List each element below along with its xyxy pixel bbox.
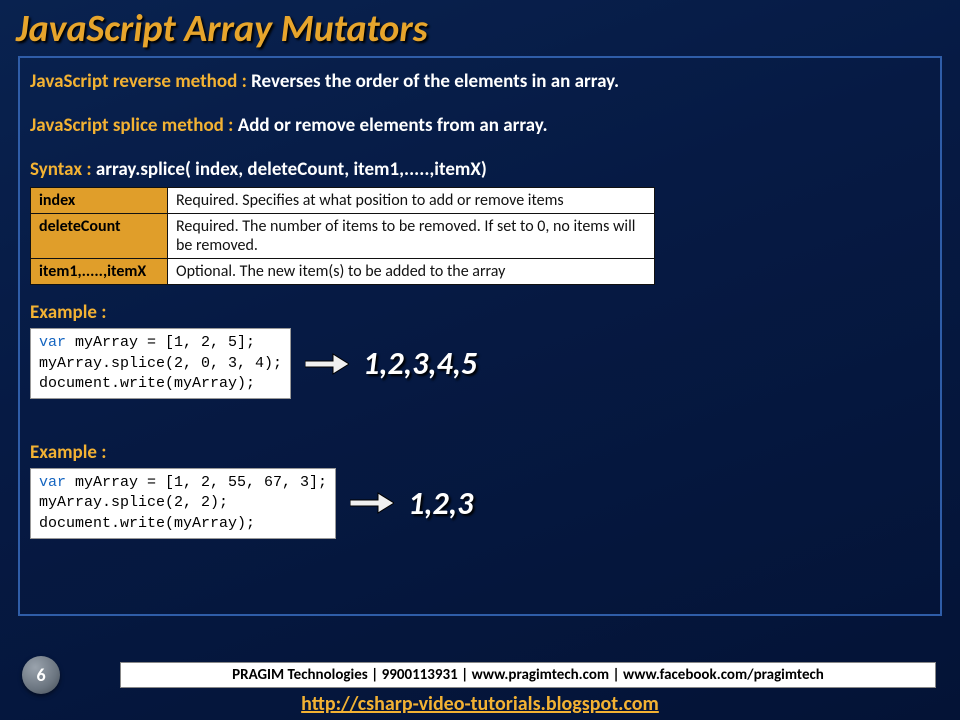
example2-code: var myArray = [1, 2, 55, 67, 3]; myArray… [30,468,336,539]
example1-code-rest: myArray = [1, 2, 5]; myArray.splice(2, 0… [39,334,282,392]
footer-link[interactable]: http://csharp-video-tutorials.blogspot.c… [301,692,659,716]
param-desc: Required. Specifies at what position to … [168,188,655,214]
content-box: JavaScript reverse method : Reverses the… [18,56,942,616]
arrow-right-icon [305,351,349,377]
table-row: deleteCount Required. The number of item… [31,214,655,259]
syntax-code: array.splice( index, deleteCount, item1,… [96,158,487,181]
page-number: 6 [36,664,45,686]
table-row: index Required. Specifies at what positi… [31,188,655,214]
page-number-badge: 6 [22,656,60,694]
splice-label: JavaScript splice method : [30,114,238,137]
syntax-line: Syntax : array.splice( index, deleteCoun… [30,158,930,182]
example2-heading: Example : [30,441,930,464]
param-desc: Required. The number of items to be remo… [168,214,655,259]
example2-output: 1,2,3 [408,484,473,523]
example1-output: 1,2,3,4,5 [363,344,477,383]
param-name: index [31,188,168,214]
table-row: item1,.....,itemX Optional. The new item… [31,259,655,285]
slide-title: JavaScript Array Mutators [0,0,960,56]
footer-bar: PRAGIM Technologies | 9900113931 | www.p… [120,662,936,688]
syntax-label: Syntax : [30,158,96,181]
var-keyword: var [39,474,66,491]
var-keyword: var [39,334,66,351]
param-name: deleteCount [31,214,168,259]
footer-text: PRAGIM Technologies | 9900113931 | www.p… [232,666,824,684]
arrow-right-icon [350,490,394,516]
param-desc: Optional. The new item(s) to be added to… [168,259,655,285]
example1-code: var myArray = [1, 2, 5]; myArray.splice(… [30,328,291,399]
example1-heading: Example : [30,301,930,324]
param-name: item1,.....,itemX [31,259,168,285]
reverse-line: JavaScript reverse method : Reverses the… [30,70,930,94]
footer-link-row: http://csharp-video-tutorials.blogspot.c… [0,692,960,716]
splice-line: JavaScript splice method : Add or remove… [30,114,930,138]
example2-row: var myArray = [1, 2, 55, 67, 3]; myArray… [30,468,930,539]
reverse-desc: Reverses the order of the elements in an… [251,70,619,93]
params-table: index Required. Specifies at what positi… [30,187,655,285]
example1-row: var myArray = [1, 2, 5]; myArray.splice(… [30,328,930,399]
slide: JavaScript Array Mutators JavaScript rev… [0,0,960,720]
reverse-label: JavaScript reverse method : [30,70,251,93]
example2-code-rest: myArray = [1, 2, 55, 67, 3]; myArray.spl… [39,474,327,532]
splice-desc: Add or remove elements from an array. [238,114,548,137]
